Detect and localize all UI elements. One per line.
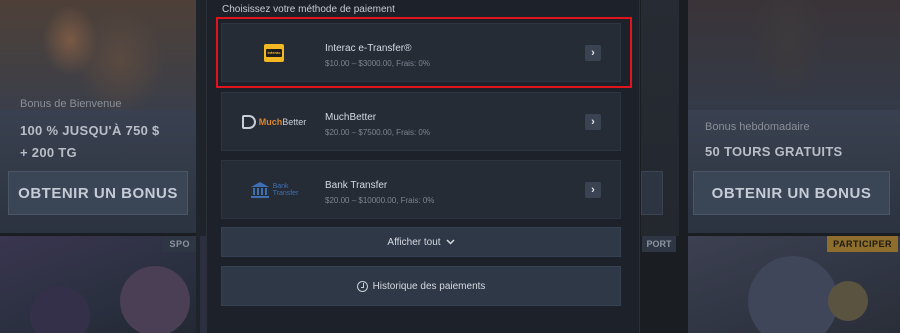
get-bonus-button[interactable]: OBTENIR UN BONUS xyxy=(693,171,890,215)
game-artwork xyxy=(828,281,868,321)
welcome-bonus-card: Bonus de Bienvenue 100 % JUSQU'À 750 $ +… xyxy=(0,0,196,233)
chevron-down-icon xyxy=(446,239,455,245)
method-name: Interac e-Transfer® xyxy=(325,43,412,54)
show-all-button[interactable]: Afficher tout xyxy=(221,227,621,257)
bank-transfer-logo: Bank Transfer xyxy=(222,161,326,218)
payment-history-label: Historique des paiements xyxy=(372,280,486,292)
interac-logo-text: interac xyxy=(266,48,282,57)
method-details: $10.00 – $3000.00, Frais: 0% xyxy=(325,59,430,68)
method-details: $20.00 – $7500.00, Frais: 0% xyxy=(325,128,430,137)
chevron-right-icon[interactable]: › xyxy=(585,182,601,198)
game-artwork xyxy=(30,286,90,333)
sport-tag: PORT xyxy=(642,236,676,252)
method-name: Bank Transfer xyxy=(325,180,388,191)
modal-title: Choisissez votre méthode de paiement xyxy=(222,4,395,15)
interac-logo-mark: interac xyxy=(264,43,284,62)
payment-method-muchbetter[interactable]: MuchBetter MuchBetter $20.00 – $7500.00,… xyxy=(221,92,621,151)
muchbetter-wordmark: MuchBetter xyxy=(258,116,307,127)
method-name: MuchBetter xyxy=(325,112,377,123)
tournament-card[interactable]: PARTICIPER xyxy=(688,236,900,333)
sport-tag: SPO xyxy=(163,236,196,252)
participate-tag[interactable]: PARTICIPER xyxy=(827,236,898,252)
game-artwork xyxy=(120,266,190,333)
promo-title: Bonus hebdomadaire xyxy=(705,121,810,133)
chevron-right-icon[interactable]: › xyxy=(585,45,601,61)
side-card-button-edge xyxy=(641,171,663,215)
payment-history-button[interactable]: Historique des paiements xyxy=(221,266,621,306)
promo-headline-line2: + 200 TG xyxy=(20,145,77,160)
bank-transfer-wordmark: Bank Transfer xyxy=(272,182,299,197)
method-details: $20.00 – $10000.00, Frais: 0% xyxy=(325,196,435,205)
show-all-label: Afficher tout xyxy=(387,236,441,248)
promo-title: Bonus de Bienvenue xyxy=(20,98,122,110)
promo-artwork xyxy=(688,0,900,110)
payment-method-interac[interactable]: interac Interac e-Transfer® $10.00 – $30… xyxy=(221,23,621,82)
game-artwork xyxy=(748,256,838,333)
sport-promo-card[interactable]: SPO xyxy=(0,236,196,333)
muchbetter-logo: MuchBetter xyxy=(222,93,326,150)
bank-icon xyxy=(250,181,269,198)
weekly-bonus-card: Bonus hebdomadaire 50 TOURS GRATUITS OBT… xyxy=(688,0,900,233)
payment-method-modal: Choisissez votre méthode de paiement int… xyxy=(206,0,640,333)
promo-headline: 100 % JUSQU'À 750 $ + 200 TG xyxy=(20,120,190,164)
payment-method-bank-transfer[interactable]: Bank Transfer Bank Transfer $20.00 – $10… xyxy=(221,160,621,219)
muchbetter-b-icon xyxy=(241,114,256,129)
interac-logo: interac xyxy=(222,24,326,81)
chevron-right-icon[interactable]: › xyxy=(585,114,601,130)
muchbetter-logo-mark: MuchBetter xyxy=(241,114,307,129)
history-icon xyxy=(356,280,368,292)
get-bonus-button[interactable]: OBTENIR UN BONUS xyxy=(8,171,188,215)
promo-artwork xyxy=(0,0,196,110)
promo-headline-line1: 100 % JUSQU'À 750 $ xyxy=(20,123,160,138)
promo-headline: 50 TOURS GRATUITS xyxy=(705,144,843,159)
bank-transfer-logo-mark: Bank Transfer xyxy=(250,181,299,199)
